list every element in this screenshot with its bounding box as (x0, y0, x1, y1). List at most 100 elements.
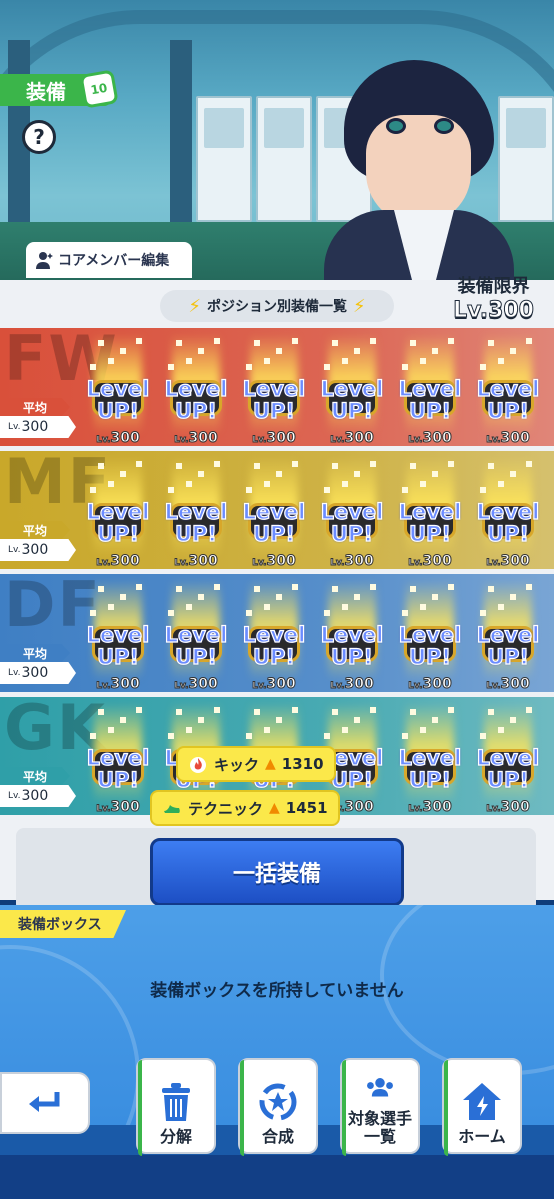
lv-prefix: Lv. (408, 804, 423, 815)
lv-prefix: Lv. (408, 435, 423, 446)
nav-label: ホーム (458, 1127, 506, 1146)
sparkle (332, 340, 338, 346)
equipment-slot[interactable]: LevelUP! Lv.300 (392, 703, 468, 815)
nav-label-line2: 一覧 (363, 1127, 396, 1146)
equipment-slot[interactable]: LevelUP! Lv.300 (158, 457, 234, 569)
level-up-line1: Level (320, 500, 384, 524)
tooltip-label: テクニック (188, 799, 264, 818)
equipment-slots: LevelUP!Lv.300LevelUP!Lv.300LevelUP!Lv.3… (80, 580, 550, 692)
average-label: 平均 (0, 767, 70, 785)
level-up-line2: UP! (174, 645, 218, 669)
sparkle (410, 709, 416, 715)
equipment-slot[interactable]: LevelUP! Lv.300 (314, 580, 390, 692)
level-up-line1: Level (242, 623, 306, 647)
equipment-slot[interactable]: LevelUP! Lv.300 (470, 457, 546, 569)
slot-level: Lv.300 (80, 676, 156, 693)
sparkle (120, 594, 126, 600)
help-button[interactable]: ? (22, 120, 56, 154)
equipment-slot[interactable]: LevelUP! Lv.300 (236, 457, 312, 569)
level-up-line1: Level (320, 623, 384, 647)
equipment-slot[interactable]: LevelUP! Lv.300 (470, 580, 546, 692)
average-label: 平均 (0, 398, 70, 416)
lv-prefix: Lv. (408, 558, 423, 569)
equipment-slot[interactable]: LevelUP! Lv.300 (80, 457, 156, 569)
equipment-slot[interactable]: LevelUP! Lv.300 (80, 703, 156, 815)
sparkle (186, 604, 192, 610)
sparkle (480, 733, 486, 739)
target-players-list-button[interactable]: 対象選手 一覧 (340, 1058, 420, 1156)
equipment-slot[interactable]: LevelUP! Lv.300 (470, 703, 546, 815)
level-up-text: LevelUP! (392, 746, 468, 791)
slot-level: Lv.300 (314, 430, 390, 447)
slot-level-number: 300 (500, 799, 530, 816)
average-value: Lv. 300 (0, 662, 76, 684)
sparkle (448, 338, 454, 344)
sparkle (108, 727, 114, 733)
equipment-limit: 装備限界 Lv.300 (453, 272, 535, 324)
sparkle (488, 340, 494, 346)
equipment-slot[interactable]: LevelUP! Lv.300 (392, 457, 468, 569)
equipment-slot[interactable]: LevelUP! Lv.300 (158, 334, 234, 446)
sparkle (214, 584, 220, 590)
back-button[interactable] (0, 1072, 90, 1134)
equipment-slot[interactable]: LevelUP! Lv.300 (470, 334, 546, 446)
core-member-edit-button[interactable]: コアメンバー編集 (26, 242, 192, 278)
level-up-line1: Level (242, 500, 306, 524)
level-up-line2: UP! (96, 522, 140, 546)
sparkle (198, 717, 204, 723)
sparkle (354, 348, 360, 354)
position-row-mf[interactable]: MF 平均 Lv. 300 Level UP! Lv.300 Level UP! Lv.300 Le… (0, 451, 554, 569)
slot-level-number: 300 (344, 799, 374, 816)
equipment-slot[interactable]: LevelUP! Lv.300 (314, 457, 390, 569)
sparkle (420, 358, 426, 364)
equipment-slot[interactable]: LevelUP! Lv.300 (392, 580, 468, 692)
slot-level: Lv.300 (314, 676, 390, 693)
synthesize-button[interactable]: 合成 (238, 1058, 318, 1156)
sparkle (214, 707, 220, 713)
equipment-slot[interactable]: LevelUP! Lv.300 (236, 580, 312, 692)
sparkle (526, 707, 532, 713)
sparkle (480, 487, 486, 493)
level-up-line1: Level (476, 623, 540, 647)
sparkle (488, 709, 494, 715)
slot-level-number: 300 (266, 676, 296, 693)
equipment-title-text: 装備 (26, 79, 66, 104)
level-up-line1: Level (86, 623, 150, 647)
level-up-text: LevelUP! (80, 377, 156, 422)
lv-prefix: Lv. (174, 558, 189, 569)
sparkle (370, 707, 376, 713)
sparkle (254, 340, 260, 346)
sparkle (526, 584, 532, 590)
slot-level: Lv.300 (470, 553, 546, 570)
sparkle (324, 733, 330, 739)
position-row-df[interactable]: DF 平均 Lv. 300 Level UP! Lv.300 Level UP! Lv.300 Le… (0, 574, 554, 692)
equipment-slot[interactable]: LevelUP! Lv.300 (158, 580, 234, 692)
equipment-slot[interactable]: LevelUP! Lv.300 (236, 334, 312, 446)
average-level: 平均 Lv. 300 (0, 644, 76, 686)
fire-icon (190, 757, 206, 773)
slot-level: Lv.300 (470, 430, 546, 447)
equipment-slot[interactable]: LevelUP! Lv.300 (392, 334, 468, 446)
sparkle (136, 707, 142, 713)
level-up-text: LevelUP! (470, 746, 546, 791)
sparkle (186, 727, 192, 733)
players-icon (367, 1078, 393, 1097)
sparkle (98, 340, 104, 346)
sparkle (90, 487, 96, 493)
level-up-line2: UP! (96, 645, 140, 669)
level-up-line2: UP! (174, 399, 218, 423)
position-row-fw[interactable]: FW 平均 Lv. 300 Level UP! Lv.300 Level UP! Lv.300 Le… (0, 328, 554, 446)
level-up-text: LevelUP! (236, 500, 312, 545)
home-button[interactable]: ホーム (442, 1058, 522, 1156)
equipment-slot[interactable]: LevelUP! Lv.300 (314, 334, 390, 446)
player-character (324, 60, 514, 280)
bulk-equip-button[interactable]: 一括装備 (150, 838, 404, 906)
level-up-line2: UP! (408, 522, 452, 546)
disassemble-button[interactable]: 分解 (136, 1058, 216, 1156)
equipment-slot[interactable]: LevelUP! Lv.300 (80, 580, 156, 692)
equipment-slot[interactable]: LevelUP! Lv.300 (80, 334, 156, 446)
average-number: 300 (21, 788, 49, 804)
sparkle (246, 610, 252, 616)
sparkle (276, 717, 282, 723)
sparkle (370, 338, 376, 344)
